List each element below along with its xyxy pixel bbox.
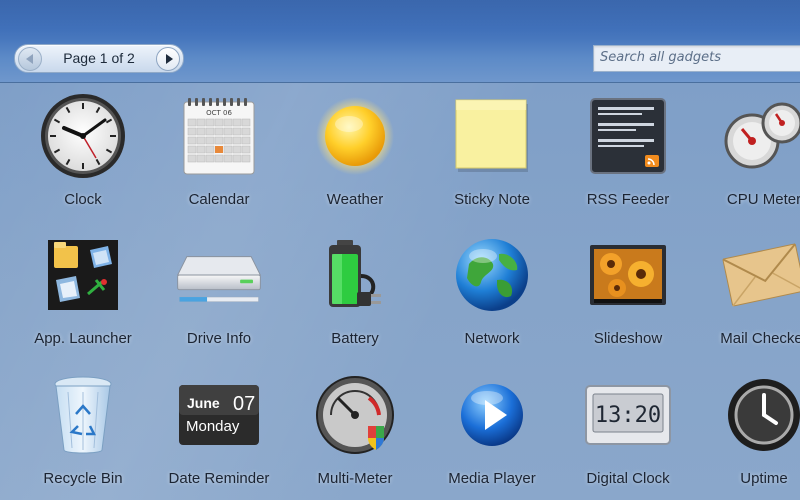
digital-clock-time: 13:20 [595,403,661,428]
next-page-button[interactable] [156,47,180,71]
gadget-tile-clock[interactable]: Clock [18,85,148,215]
gadget-tile-slideshow[interactable]: Slideshow [563,224,693,354]
search-box [593,45,800,72]
gadget-gallery-header: Page 1 of 2 [0,0,800,83]
page-navigator: Page 1 of 2 [14,44,184,73]
gadget-grid: Clock OCT 06 Calendar Weather Sticky Not… [0,83,800,500]
gadget-label: Mail Checker [720,330,800,347]
date-reminder-icon: June 07 Monday [174,372,264,458]
gadget-label: Date Reminder [168,470,270,487]
gadget-tile-media-player[interactable]: Media Player [427,364,557,494]
battery-icon [310,232,400,318]
gadget-label: Recycle Bin [43,470,123,487]
recycle-bin-icon [38,372,128,458]
chevron-right-icon [165,54,173,64]
gadget-tile-digital-clock[interactable]: 13:20 Digital Clock [563,364,693,494]
gadget-label: Clock [64,191,102,208]
slideshow-icon [583,232,673,318]
previous-page-button[interactable] [18,47,42,71]
gadget-label: Sticky Note [454,191,530,208]
gadget-label: Digital Clock [586,470,670,487]
multi-meter-icon [310,372,400,458]
gadget-tile-multi-meter[interactable]: Multi-Meter [290,364,420,494]
gadget-tile-network[interactable]: Network [427,224,557,354]
gadget-label: Media Player [448,470,536,487]
clock-icon [38,93,128,179]
globe-icon [447,232,537,318]
sticky-note-icon [447,93,537,179]
gadget-tile-battery[interactable]: Battery [290,224,420,354]
drive-icon [174,232,264,318]
gadget-tile-drive-info[interactable]: Drive Info [154,224,284,354]
sun-icon [310,93,400,179]
gadget-label: CPU Meter [726,191,800,208]
gadget-tile-date-reminder[interactable]: June 07 Monday Date Reminder [154,364,284,494]
play-icon [447,372,537,458]
gadget-label: Uptime [740,470,788,487]
page-indicator: Page 1 of 2 [63,50,135,66]
gadget-label: Network [464,330,520,347]
chevron-left-icon [26,54,33,64]
gadget-tile-recycle-bin[interactable]: Recycle Bin [18,364,148,494]
app-launcher-icon [38,232,128,318]
reminder-weekday-text: Monday [186,418,240,435]
gadget-label: Weather [326,191,384,208]
gadget-label: Slideshow [593,330,663,347]
calendar-icon: OCT 06 [174,93,264,179]
gadget-tile-weather[interactable]: Weather [290,85,420,215]
reminder-month-text: June [187,395,220,411]
rss-icon [583,93,673,179]
gadget-tile-app-launcher[interactable]: App. Launcher [18,224,148,354]
gadget-tile-cpu-meter[interactable]: CPU Meter [699,85,800,215]
gadget-label: Calendar [188,191,250,208]
gadget-label: RSS Feeder [586,191,670,208]
gadget-tile-rss-feeder[interactable]: RSS Feeder [563,85,693,215]
gadget-tile-mail-checker[interactable]: Mail Checker [699,224,800,354]
gadget-label: App. Launcher [34,330,132,347]
gadget-tile-calendar[interactable]: OCT 06 Calendar [154,85,284,215]
calendar-month-text: OCT 06 [206,109,232,117]
gadget-label: Battery [331,330,379,347]
gadget-tile-uptime[interactable]: Uptime [699,364,800,494]
uptime-icon [719,372,800,458]
gadget-tile-sticky-note[interactable]: Sticky Note [427,85,557,215]
digital-clock-icon: 13:20 [583,372,673,458]
reminder-day-text: 07 [233,393,255,415]
cpu-meter-icon [719,93,800,179]
gadget-label: Drive Info [186,330,252,347]
envelope-icon [719,232,800,318]
search-input[interactable] [594,46,800,69]
gadget-label: Multi-Meter [317,470,393,487]
